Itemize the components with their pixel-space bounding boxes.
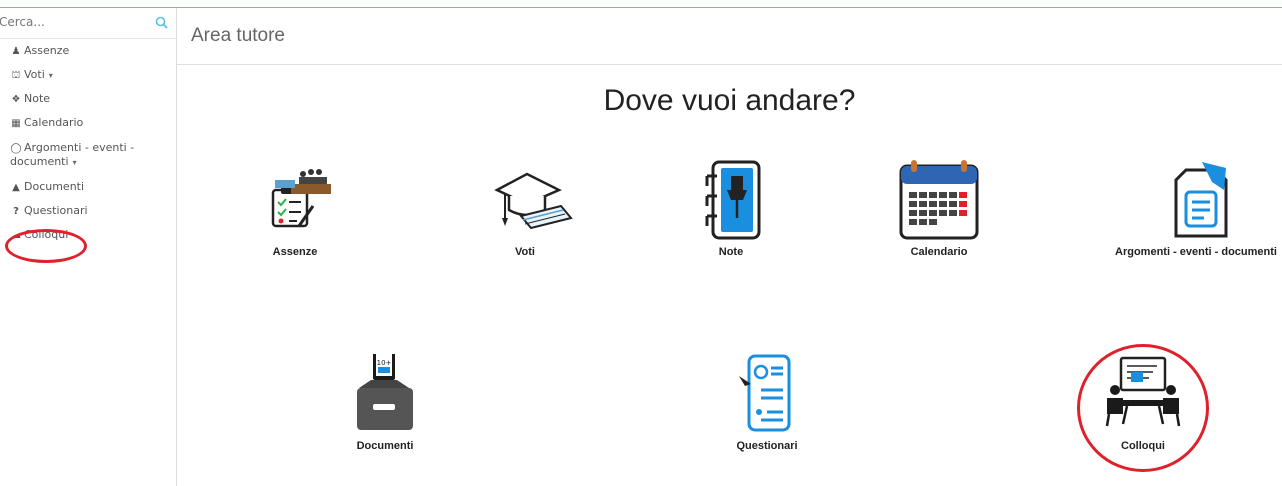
pin-icon: ❖ bbox=[11, 94, 21, 105]
sidebar-item-voti[interactable]: ⛫ Voti ▾ bbox=[0, 63, 176, 87]
annotation-circle-sidebar bbox=[5, 229, 87, 263]
calendar-icon: ▦ bbox=[11, 118, 21, 129]
tile-voti[interactable]: Voti bbox=[445, 160, 605, 258]
tile-label: Documenti bbox=[356, 440, 414, 452]
document-icon bbox=[1174, 162, 1228, 238]
page-header: Area tutore bbox=[177, 8, 1282, 65]
tile-calendario[interactable]: Calendario bbox=[859, 160, 1019, 258]
section-heading: Dove vuoi andare? bbox=[603, 84, 856, 117]
sidebar-menu: ♟ Assenze ⛫ Voti ▾ ❖ Note ▦ Calendario ◯ Argom… bbox=[0, 39, 176, 247]
sidebar-item-argomenti[interactable]: ◯ Argomenti - eventi - documenti ▾ bbox=[0, 135, 176, 175]
question-icon: ? bbox=[13, 206, 19, 217]
sidebar-item-documenti[interactable]: ▲ Documenti bbox=[0, 175, 176, 199]
notebook-pin-icon bbox=[705, 160, 761, 240]
tile-label: Argomenti - eventi - documenti bbox=[1115, 246, 1277, 258]
calendar-icon bbox=[899, 160, 979, 240]
sidebar-item-assenze[interactable]: ♟ Assenze bbox=[0, 39, 176, 63]
tile-argomenti[interactable]: Argomenti - eventi - documenti bbox=[1106, 160, 1282, 258]
sidebar-item-label: Documenti bbox=[24, 180, 85, 193]
tile-documenti[interactable]: 10+ Documenti bbox=[305, 354, 465, 452]
annotation-circle-colloqui bbox=[1077, 344, 1209, 472]
page-title: Area tutore bbox=[191, 25, 285, 46]
search-input[interactable] bbox=[0, 12, 149, 32]
sidebar-item-label: Assenze bbox=[24, 44, 70, 57]
sidebar-item-label: Note bbox=[24, 92, 51, 105]
tile-questionari[interactable]: Questionari bbox=[687, 354, 847, 452]
sidebar-item-label: Argomenti - eventi - bbox=[24, 141, 135, 154]
sidebar-item-calendario[interactable]: ▦ Calendario bbox=[0, 111, 176, 135]
tile-note[interactable]: Note bbox=[651, 160, 811, 258]
archive-box-icon: 10+ bbox=[357, 354, 413, 430]
sidebar-item-label: Voti bbox=[24, 68, 45, 81]
tile-label: Calendario bbox=[910, 246, 968, 258]
caret-down-icon: ▾ bbox=[72, 158, 77, 167]
sidebar: ♟Assenze ⛫Voti▾ ❖Note ▦Calendario ◯Argom… bbox=[0, 8, 177, 486]
institution-icon: ⛫ bbox=[11, 70, 21, 81]
main-content: Area tutore Dove vuoi andare? Assenze Vo… bbox=[177, 8, 1282, 486]
graduation-cap-icon: ▲ bbox=[12, 182, 20, 193]
tile-label: Voti bbox=[515, 246, 535, 258]
sidebar-item-label: Questionari bbox=[24, 204, 88, 217]
user-icon: ♟ bbox=[11, 46, 21, 57]
questionnaire-icon bbox=[739, 354, 791, 432]
sidebar-item-note[interactable]: ❖ Note bbox=[0, 87, 176, 111]
search-icon[interactable] bbox=[154, 15, 170, 31]
graduation-cap-icon bbox=[494, 172, 573, 230]
sidebar-item-label: Calendario bbox=[24, 116, 84, 129]
attendance-icon bbox=[271, 169, 331, 228]
caret-down-icon: ▾ bbox=[48, 71, 53, 80]
search-box bbox=[0, 8, 176, 39]
tile-assenze[interactable]: Assenze bbox=[215, 160, 375, 258]
sidebar-item-questionari[interactable]: ? Questionari bbox=[0, 199, 176, 223]
doc-badge: 10+ bbox=[377, 359, 392, 367]
folder-open-icon: ◯ bbox=[10, 143, 22, 154]
tile-label: Questionari bbox=[736, 440, 798, 452]
tile-label: Assenze bbox=[272, 246, 318, 258]
tile-label: Note bbox=[718, 246, 744, 258]
sidebar-item-label-cont: documenti bbox=[10, 155, 69, 168]
